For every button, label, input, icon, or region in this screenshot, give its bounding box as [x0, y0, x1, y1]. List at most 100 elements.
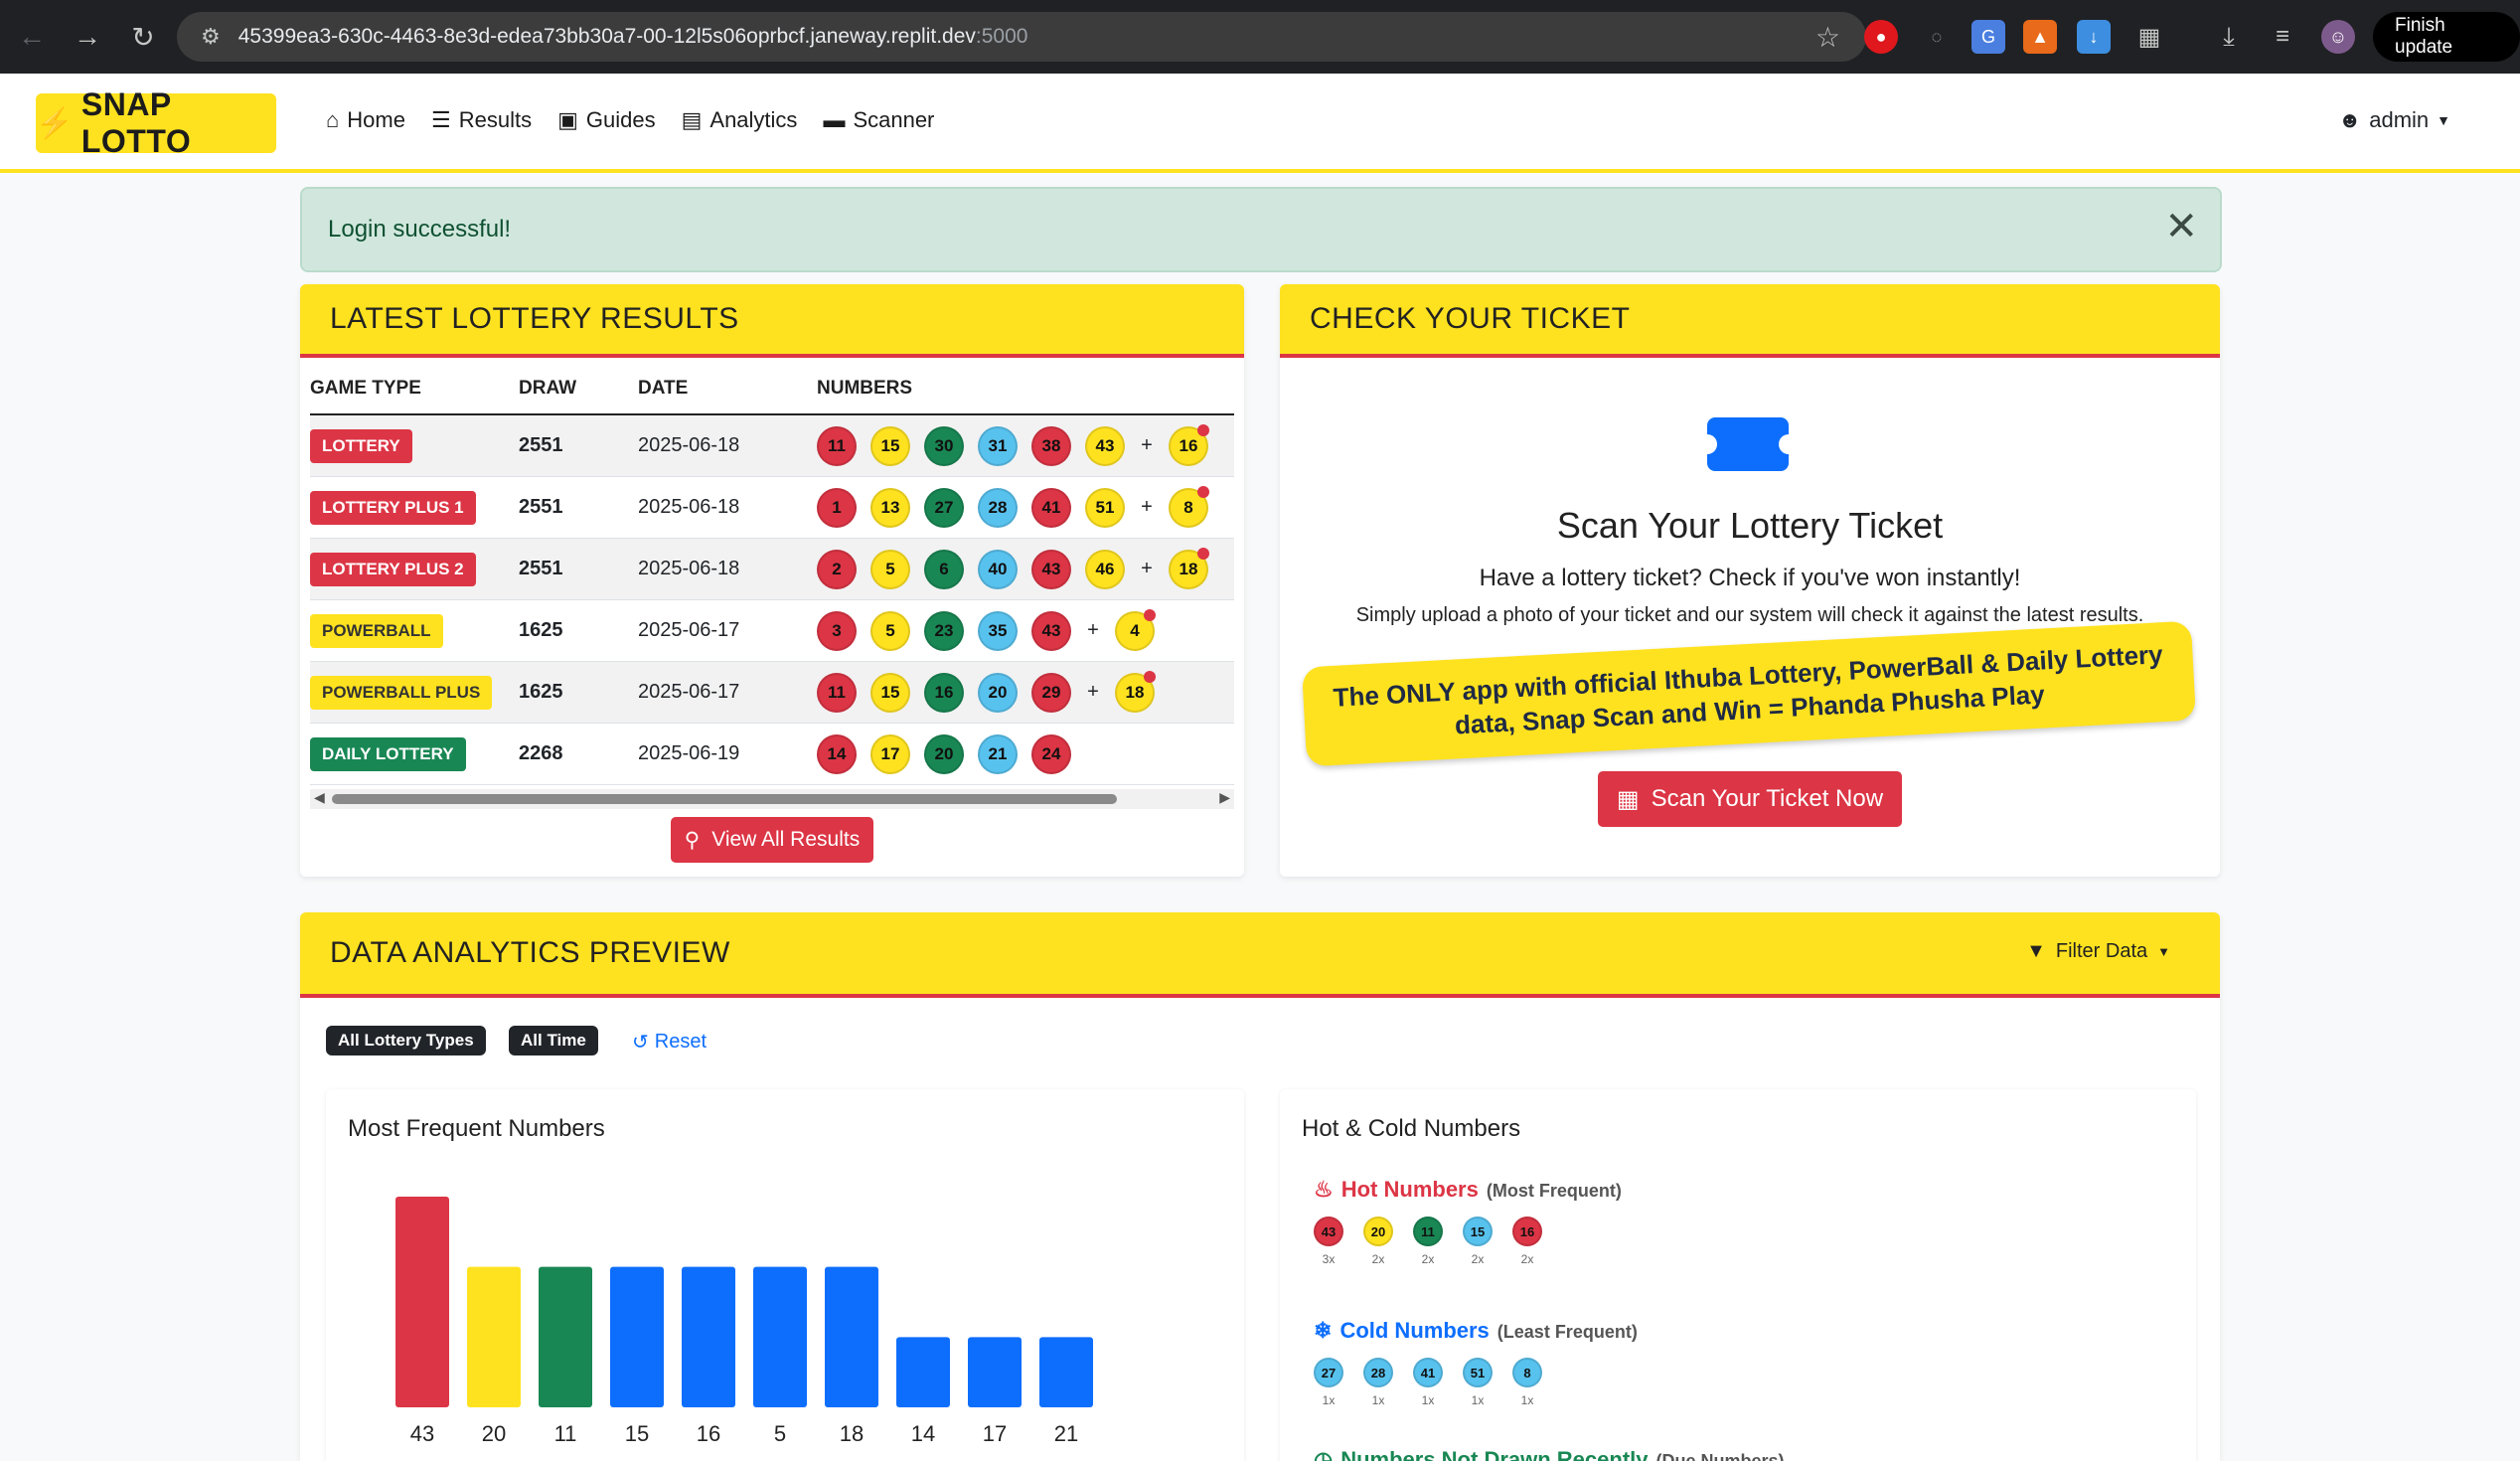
scan-heading: Scan Your Lottery Ticket: [1556, 505, 1944, 546]
bonus-ball: 18: [1115, 670, 1156, 713]
results-card: LATEST LOTTERY RESULTS GAME TYPE DRAW DA…: [300, 284, 1244, 877]
chart-bar: [395, 1197, 449, 1407]
qr-code-icon: ▦: [1616, 785, 1640, 813]
extension-circle-icon[interactable]: ◌: [1920, 20, 1954, 54]
chart-x-tick-label: 20: [482, 1421, 506, 1446]
number-ball: 43: [1031, 610, 1071, 651]
chip-lottery-types[interactable]: All Lottery Types: [326, 1026, 486, 1055]
filter-data-button[interactable]: ▼ Filter Data ▼: [2026, 940, 2170, 963]
site-info-icon[interactable]: ⚙: [201, 24, 221, 50]
draw-cell: 2268: [519, 742, 563, 764]
header-game-type: GAME TYPE: [310, 378, 421, 399]
bonus-dot: [1197, 485, 1209, 498]
game-type-cell: POWERBALL PLUS: [310, 675, 519, 710]
nav-home[interactable]: ⌂ Home: [326, 107, 405, 133]
bonus-number: 8: [1183, 497, 1193, 517]
number-ball: 11: [817, 672, 857, 713]
scroll-left-icon[interactable]: ◀: [314, 789, 325, 806]
extension-fox-icon[interactable]: ▲: [2023, 20, 2057, 54]
table-row: DAILY LOTTERY 2268 2025-06-19 14 17 20 21 24: [310, 724, 1234, 785]
forward-icon[interactable]: →: [64, 13, 111, 61]
chart-bar: [539, 1266, 592, 1407]
number-ball: 29: [1031, 672, 1071, 713]
draw-cell: 2551: [519, 434, 563, 456]
mini-number-count: 2x: [1371, 1252, 1385, 1266]
extension-translate-icon[interactable]: G: [1971, 20, 2005, 54]
profile-avatar-icon[interactable]: ☺: [2321, 20, 2355, 54]
scroll-right-icon[interactable]: ▶: [1219, 789, 1230, 806]
due-numbers-label: Numbers Not Drawn Recently: [1340, 1447, 1649, 1461]
table-horizontal-scrollbar[interactable]: ◀ ▶: [310, 789, 1234, 809]
game-type-badge: DAILY LOTTERY: [310, 736, 466, 771]
chip-time-range[interactable]: All Time: [509, 1026, 598, 1055]
plus-sign: +: [1141, 558, 1153, 579]
cold-numbers-list: 27 1x 28 1x 41 1x 51 1x 8 1x: [1314, 1358, 1542, 1407]
reset-label: Reset: [654, 1031, 708, 1053]
finish-update-button[interactable]: Finish update: [2373, 12, 2520, 62]
plus-sign: +: [1087, 681, 1099, 703]
nav-links: ⌂ Home ☰ Results ▣ Guides ▤ Analytics ▬ Scann…: [326, 107, 934, 133]
game-type-cell: LOTTERY PLUS 2: [310, 552, 519, 586]
number-ball: 6: [924, 549, 964, 589]
nav-scanner[interactable]: ▬ Scanner: [823, 107, 934, 133]
reset-link[interactable]: ↺ Reset: [632, 1030, 707, 1055]
app-navbar: ⚡ SNAP LOTTO ⌂ Home ☰ Results ▣ Guides ▤ Anal…: [0, 74, 2520, 173]
mini-number-count: 1x: [1322, 1393, 1336, 1407]
number-ball: 14: [817, 733, 857, 774]
number-ball: 3: [817, 610, 857, 651]
game-type-cell: POWERBALL: [310, 613, 519, 648]
game-type-badge: LOTTERY PLUS 2: [310, 552, 476, 586]
close-icon[interactable]: ✕: [2164, 207, 2198, 246]
nav-guides[interactable]: ▣ Guides: [557, 107, 656, 133]
mini-number-ball: 16: [1512, 1217, 1542, 1246]
hot-cold-panel: Hot & Cold Numbers ♨ Hot Numbers (Most F…: [1280, 1089, 2196, 1461]
bookmark-star-icon[interactable]: ☆: [1815, 21, 1840, 54]
chart-bar: [896, 1337, 950, 1407]
extension-download-icon[interactable]: ↓: [2077, 20, 2111, 54]
downloads-icon[interactable]: ⤓: [2212, 20, 2246, 54]
number-ball: 2: [817, 549, 857, 589]
chart-x-tick-label: 15: [625, 1421, 649, 1446]
address-bar[interactable]: ⚙ 45399ea3-630c-4463-8e3d-edea73bb30a7-0…: [177, 12, 1866, 62]
game-type-badge: LOTTERY: [310, 428, 412, 463]
extensions-puzzle-icon[interactable]: ▦: [2132, 20, 2166, 54]
nav-results[interactable]: ☰ Results: [431, 107, 532, 133]
extension-red-icon[interactable]: ●: [1864, 20, 1898, 54]
funnel-icon: ▼: [2026, 940, 2046, 962]
chart-bar: [467, 1266, 521, 1407]
chart-bar: [610, 1266, 664, 1407]
mini-number-ball: 20: [1363, 1217, 1393, 1246]
number-ball: 38: [1031, 425, 1071, 466]
clock-icon: ◷: [1314, 1447, 1334, 1461]
due-numbers-heading: ◷ Numbers Not Drawn Recently (Due Number…: [1314, 1447, 1785, 1461]
view-all-results-button[interactable]: ⚲ View All Results: [671, 817, 873, 863]
nav-analytics[interactable]: ▤ Analytics: [682, 107, 798, 133]
mini-number-count: 1x: [1520, 1393, 1534, 1407]
scroll-thumb[interactable]: [332, 794, 1117, 804]
back-icon[interactable]: ←: [8, 13, 56, 61]
media-queue-icon[interactable]: ≡: [2266, 20, 2299, 54]
scan-ticket-button[interactable]: ▦ Scan Your Ticket Now: [1598, 771, 1902, 827]
number-ball: 11: [817, 425, 857, 466]
mini-number-count: 1x: [1471, 1393, 1485, 1407]
bonus-dot: [1197, 547, 1209, 560]
numbers-cell: 1 13 27 28 41 51 +8: [817, 485, 1234, 528]
url-port: :5000: [975, 25, 1028, 48]
analytics-card: DATA ANALYTICS PREVIEW ▼ Filter Data ▼ All…: [300, 912, 2220, 1461]
mini-number-ball: 51: [1463, 1358, 1493, 1387]
number-ball: 15: [870, 425, 910, 466]
chart-bar: [968, 1337, 1022, 1407]
user-menu[interactable]: ☻ admin ▼: [2338, 107, 2450, 133]
bonus-dot: [1144, 608, 1156, 621]
number-ball: 28: [978, 487, 1018, 528]
brand-logo[interactable]: ⚡ SNAP LOTTO: [36, 86, 276, 159]
bonus-number: 16: [1179, 435, 1198, 455]
results-table: GAME TYPE DRAW DATE NUMBERS LOTTERY 2551 2…: [310, 364, 1234, 785]
mini-number-count: 1x: [1371, 1393, 1385, 1407]
mini-number: 11 2x: [1413, 1217, 1443, 1266]
reload-icon[interactable]: ↻: [119, 13, 167, 61]
number-ball: 21: [978, 733, 1018, 774]
header-draw: DRAW: [519, 378, 577, 399]
filter-label: Filter Data: [2055, 940, 2148, 962]
nav-home-label: Home: [347, 107, 405, 132]
